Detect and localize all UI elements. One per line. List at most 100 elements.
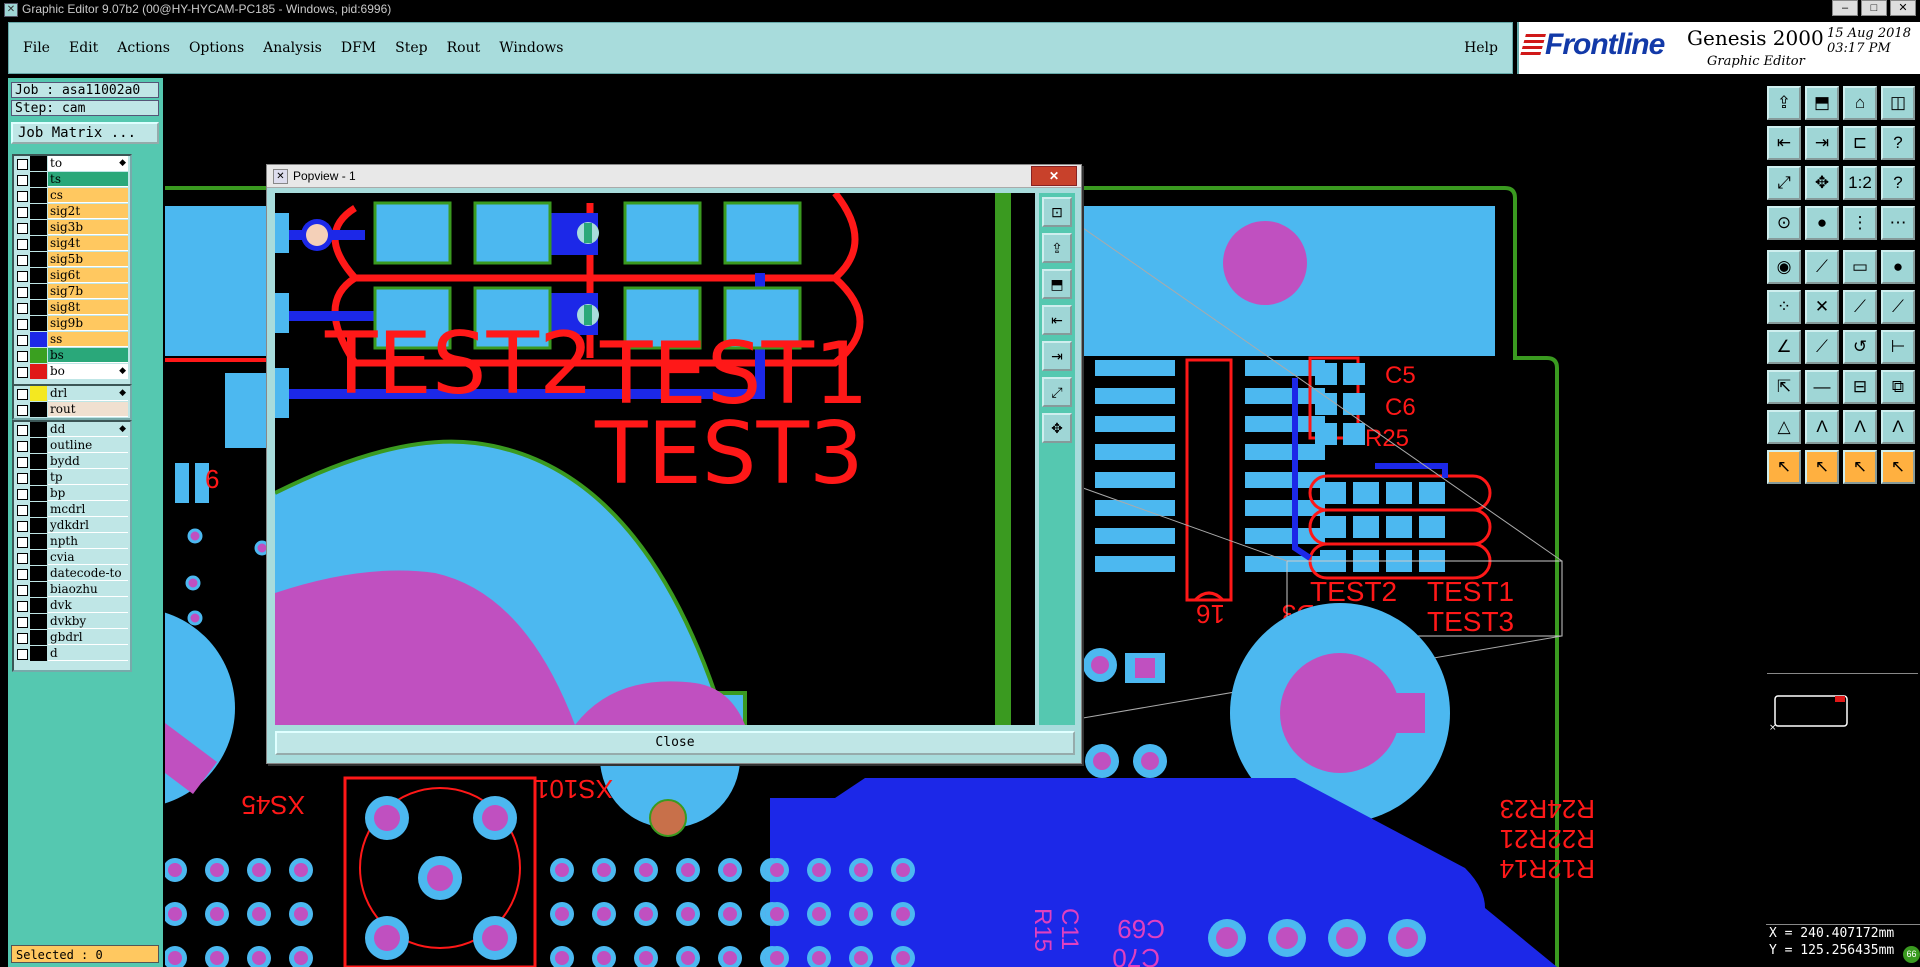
menu-dfm[interactable]: DFM (341, 40, 376, 56)
layer-name[interactable]: rout (48, 402, 128, 417)
layer-name[interactable]: dvk (48, 598, 128, 613)
layer-row-sig9b[interactable]: sig9b (14, 316, 130, 332)
popview-tool-4-icon[interactable]: ⇤ (1042, 305, 1072, 335)
layer-name[interactable]: cs (48, 188, 128, 203)
menu-rout[interactable]: Rout (447, 40, 481, 56)
layer-color-swatch[interactable] (30, 332, 47, 347)
layer-color-swatch[interactable] (30, 220, 47, 235)
grid-icon[interactable]: ⋯ (1881, 206, 1915, 240)
zoom-in-icon[interactable]: ⇤ (1767, 126, 1801, 160)
layer-color-swatch[interactable] (30, 646, 47, 661)
layer-checkbox[interactable] (17, 425, 28, 436)
layer-color-swatch[interactable] (30, 204, 47, 219)
layer-name[interactable]: sig4t (48, 236, 128, 251)
popview-close-icon[interactable]: ✕ (1031, 166, 1077, 186)
layer-color-swatch[interactable] (30, 252, 47, 267)
maximize-button[interactable]: □ (1861, 0, 1887, 16)
layer-color-swatch[interactable] (30, 454, 47, 469)
layer-name[interactable]: ss (48, 332, 128, 347)
layer-name[interactable]: biaozhu (48, 582, 128, 597)
layer-row-dvk[interactable]: dvk (14, 598, 130, 614)
layer-checkbox[interactable] (17, 617, 28, 628)
layer-row-mcdrl[interactable]: mcdrl (14, 502, 130, 518)
layer-name[interactable]: cvia (48, 550, 128, 565)
layer-row-to[interactable]: to ◆ (14, 156, 130, 172)
snap-icon[interactable]: ⊙ (1767, 206, 1801, 240)
layer-row-drl[interactable]: drl ◆ (14, 386, 130, 402)
poly-icon[interactable]: Λ (1805, 410, 1839, 444)
popview-canvas[interactable]: TEST2 TEST1 TEST3 (275, 193, 1035, 725)
save-icon[interactable]: ⬒ (1805, 86, 1839, 120)
layer-color-swatch[interactable] (30, 438, 47, 453)
select-all-icon[interactable]: ↖ (1881, 450, 1915, 484)
circle-icon[interactable]: ● (1881, 250, 1915, 284)
select-icon[interactable]: ↖ (1767, 450, 1801, 484)
net-icon[interactable]: ⋮ (1843, 206, 1877, 240)
layer-checkbox[interactable] (17, 585, 28, 596)
layout-icon[interactable]: ◫ (1881, 86, 1915, 120)
layer-checkbox[interactable] (17, 441, 28, 452)
resize-icon[interactable]: ⊟ (1843, 370, 1877, 404)
layer-checkbox[interactable] (17, 319, 28, 330)
layer-checkbox[interactable] (17, 271, 28, 282)
layer-checkbox[interactable] (17, 389, 28, 400)
layer-name[interactable]: ydkdrl (48, 518, 128, 533)
layer-color-swatch[interactable] (30, 348, 47, 363)
layer-color-swatch[interactable] (30, 268, 47, 283)
layer-color-swatch[interactable] (30, 630, 47, 645)
layer-checkbox[interactable] (17, 255, 28, 266)
layer-checkbox[interactable] (17, 457, 28, 468)
layer-color-swatch[interactable] (30, 300, 47, 315)
ruler-icon[interactable]: ▭ (1843, 250, 1877, 284)
layer-name[interactable]: bs (48, 348, 128, 363)
layer-row-dd[interactable]: dd ◆ (14, 422, 130, 438)
popview-tool-5-icon[interactable]: ⇥ (1042, 341, 1072, 371)
layer-checkbox[interactable] (17, 521, 28, 532)
layer-checkbox[interactable] (17, 287, 28, 298)
layer-checkbox[interactable] (17, 367, 28, 378)
triangle-icon[interactable]: △ (1767, 410, 1801, 444)
layer-row-sig6t[interactable]: sig6t (14, 268, 130, 284)
layer-name[interactable]: ts (48, 172, 128, 187)
layer-name[interactable]: tp (48, 470, 128, 485)
layer-row-sig4t[interactable]: sig4t (14, 236, 130, 252)
layer-name[interactable]: npth (48, 534, 128, 549)
line-icon[interactable]: ⟋ (1805, 250, 1839, 284)
layer-checkbox[interactable] (17, 537, 28, 548)
job-matrix-button[interactable]: Job Matrix ... (11, 122, 159, 144)
layer-row-ss[interactable]: ss (14, 332, 130, 348)
menu-edit[interactable]: Edit (69, 40, 98, 56)
layer-row-rout[interactable]: rout (14, 402, 130, 418)
popview-close-button[interactable]: Close (275, 731, 1075, 755)
menu-windows[interactable]: Windows (499, 40, 563, 56)
layer-checkbox[interactable] (17, 505, 28, 516)
layer-checkbox[interactable] (17, 159, 28, 170)
via-icon[interactable]: ⟋ (1881, 290, 1915, 324)
layer-color-swatch[interactable] (30, 598, 47, 613)
layer-color-swatch[interactable] (30, 316, 47, 331)
shape-icon[interactable]: Λ (1881, 410, 1915, 444)
layer-color-swatch[interactable] (30, 470, 47, 485)
layer-color-swatch[interactable] (30, 402, 47, 417)
popview-tool-6-icon[interactable]: ⤢ (1042, 377, 1072, 407)
pan-icon[interactable]: ✥ (1805, 166, 1839, 200)
arc-icon[interactable]: ↺ (1843, 330, 1877, 364)
node-icon[interactable]: ⁘ (1767, 290, 1801, 324)
layer-color-swatch[interactable] (30, 502, 47, 517)
layer-row-cvia[interactable]: cvia (14, 550, 130, 566)
layer-row-biaozhu[interactable]: biaozhu (14, 582, 130, 598)
layer-row-npth[interactable]: npth (14, 534, 130, 550)
popview-tool-7-icon[interactable]: ✥ (1042, 413, 1072, 443)
move-icon[interactable]: ⇱ (1767, 370, 1801, 404)
layer-name[interactable]: sig8t (48, 300, 128, 315)
layer-checkbox[interactable] (17, 405, 28, 416)
layer-name[interactable]: bo ◆ (48, 364, 128, 379)
open-icon[interactable]: ⇪ (1767, 86, 1801, 120)
layer-name[interactable]: sig3b (48, 220, 128, 235)
layer-name[interactable]: datecode-to (48, 566, 128, 581)
layer-color-swatch[interactable] (30, 518, 47, 533)
layer-name[interactable]: sig6t (48, 268, 128, 283)
layer-color-swatch[interactable] (30, 550, 47, 565)
layer-name[interactable]: sig7b (48, 284, 128, 299)
layer-row-sig7b[interactable]: sig7b (14, 284, 130, 300)
